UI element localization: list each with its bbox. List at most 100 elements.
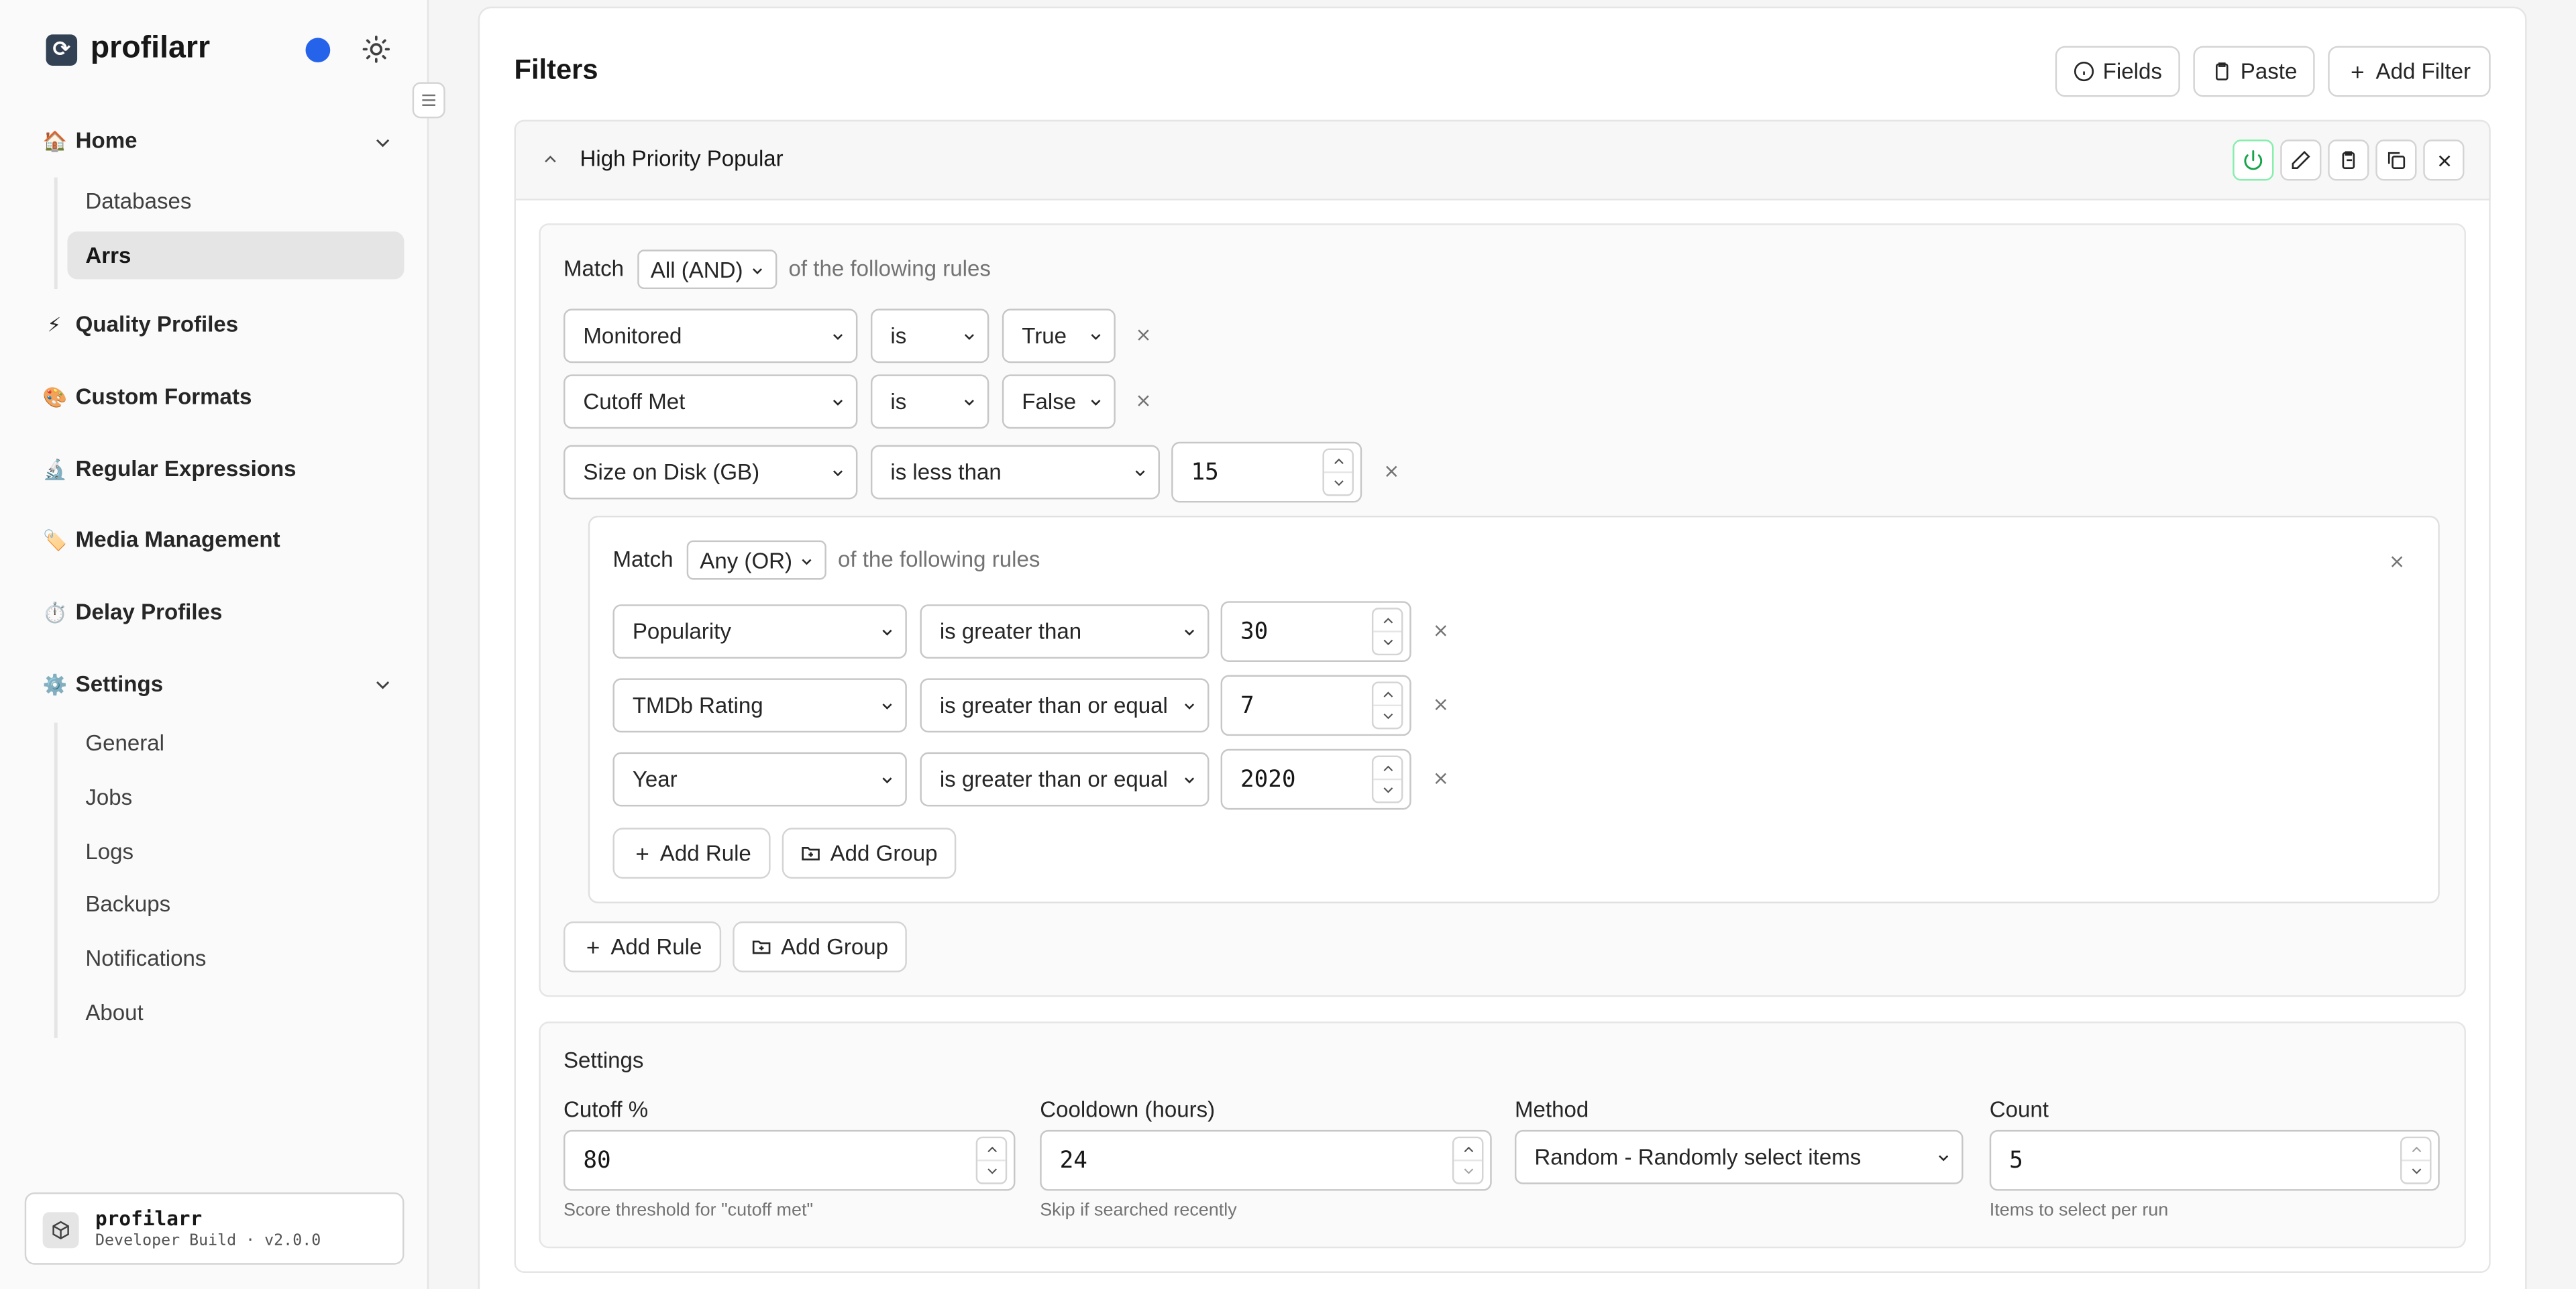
sidebar-item-about[interactable]: About: [85, 1000, 143, 1025]
rule-field-select[interactable]: Size on Disk (GB): [564, 445, 858, 500]
collapse-sidebar-button[interactable]: [412, 82, 445, 119]
filter-header[interactable]: [514, 119, 2491, 201]
group-add-group-button[interactable]: Add Group: [782, 828, 957, 879]
add-filter-label: Add Filter: [2375, 59, 2471, 84]
chevron-down-icon[interactable]: [2408, 1163, 2424, 1179]
match-label: Match: [612, 547, 674, 572]
rule-field-select[interactable]: Cutoff Met: [564, 374, 858, 429]
sidebar-item-settings[interactable]: ⚙️ Settings: [43, 672, 163, 697]
gear-icon: ⚙️: [42, 672, 68, 696]
paste-button[interactable]: Paste: [2193, 46, 2315, 97]
remove-rule-icon[interactable]: [1382, 461, 1401, 481]
sidebar-item-arrs[interactable]: Arrs: [85, 243, 131, 268]
chevron-up-icon[interactable]: [1460, 1141, 1477, 1158]
rule-value-select[interactable]: False: [1002, 374, 1116, 429]
sidebar-item-jobs[interactable]: Jobs: [85, 785, 132, 810]
sidebar-item-delay-profiles[interactable]: ⏱️ Delay Profiles: [43, 600, 223, 624]
chevron-down-icon[interactable]: [1380, 708, 1396, 724]
rule-operator-select[interactable]: is: [870, 309, 989, 363]
rule-field-select[interactable]: Monitored: [564, 309, 858, 363]
remove-rule-icon[interactable]: [1431, 695, 1450, 714]
chevron-up-icon[interactable]: [541, 150, 560, 169]
sidebar-item-label: Settings: [75, 671, 164, 697]
rule-value-input[interactable]: 30: [1220, 601, 1411, 662]
remove-group-icon[interactable]: [2387, 552, 2406, 571]
chevron-down-icon: [964, 334, 974, 340]
chevron-down-icon[interactable]: [371, 673, 394, 696]
chevron-down-icon[interactable]: [1331, 475, 1347, 491]
rule-value-input[interactable]: 7: [1220, 675, 1411, 736]
number-stepper[interactable]: [1371, 681, 1403, 730]
cutoff-value: 80: [583, 1147, 611, 1174]
method-select[interactable]: Random - Randomly select items: [1514, 1129, 1964, 1184]
copy-to-clipboard-button[interactable]: [2328, 139, 2369, 181]
sidebar-item-custom-formats[interactable]: 🎨 Custom Formats: [43, 384, 252, 409]
number-stepper[interactable]: [2400, 1136, 2432, 1184]
remove-rule-icon[interactable]: [1431, 769, 1450, 788]
accent-color-dot[interactable]: [305, 38, 331, 63]
group-match-select[interactable]: Any (OR): [686, 540, 826, 580]
delete-filter-button[interactable]: [2423, 139, 2465, 181]
count-input[interactable]: 5: [1989, 1129, 2440, 1191]
rule-operator-select[interactable]: is: [870, 374, 989, 429]
chevron-down-icon[interactable]: [1380, 782, 1396, 798]
sidebar-item-logs[interactable]: Logs: [85, 839, 133, 864]
fields-button[interactable]: Fields: [2055, 46, 2180, 97]
cutoff-input[interactable]: 80: [564, 1129, 1016, 1191]
chevron-up-icon[interactable]: [1380, 612, 1396, 628]
chevron-up-icon[interactable]: [1331, 453, 1347, 469]
chevron-up-icon[interactable]: [1380, 761, 1396, 777]
remove-rule-icon[interactable]: [1134, 391, 1153, 410]
chevron-up-icon[interactable]: [1380, 687, 1396, 703]
rule-operator-select[interactable]: is greater than: [920, 604, 1210, 659]
rule-operator-select[interactable]: is less than: [870, 445, 1160, 500]
sidebar-item-quality-profiles[interactable]: ⚡ Quality Profiles: [43, 312, 238, 337]
chevron-up-icon[interactable]: [984, 1141, 1000, 1158]
rule-field-select[interactable]: Year: [612, 752, 907, 807]
chevron-down-icon[interactable]: [1460, 1163, 1477, 1179]
rule-value-select[interactable]: True: [1002, 309, 1116, 363]
palette-icon: 🎨: [42, 385, 68, 408]
chevron-down-icon[interactable]: [1380, 634, 1396, 650]
number-stepper[interactable]: [1371, 755, 1403, 803]
sidebar-item-media-management[interactable]: 🏷️ Media Management: [43, 527, 280, 552]
group-add-rule-button[interactable]: Add Rule: [612, 828, 771, 879]
sidebar-item-general[interactable]: General: [85, 731, 164, 756]
toggle-enabled-button[interactable]: [2233, 139, 2274, 181]
duplicate-filter-button[interactable]: [2375, 139, 2417, 181]
chevron-up-icon[interactable]: [2408, 1141, 2424, 1158]
sidebar-item-home[interactable]: 🏠 Home: [43, 128, 138, 153]
package-icon: [42, 1212, 79, 1249]
sidebar-item-databases[interactable]: Databases: [85, 189, 191, 214]
sidebar-item-regular-expressions[interactable]: 🔬 Regular Expressions: [43, 457, 297, 482]
sidebar-item-notifications[interactable]: Notifications: [85, 946, 206, 971]
number-stepper[interactable]: [975, 1136, 1008, 1184]
number-stepper[interactable]: [1452, 1136, 1484, 1184]
root-match-select[interactable]: All (AND): [637, 249, 777, 290]
sidebar-item-backups[interactable]: Backups: [85, 892, 170, 917]
rule-value-input[interactable]: 15: [1171, 441, 1362, 503]
close-icon: [2438, 154, 2450, 166]
rule-field-value: Popularity: [632, 619, 731, 644]
chevron-down-icon[interactable]: [984, 1163, 1000, 1179]
rule-operator-value: is greater than: [939, 619, 1082, 644]
number-stepper[interactable]: [1322, 448, 1354, 496]
root-add-rule-button[interactable]: Add Rule: [564, 921, 722, 972]
add-group-label: Add Group: [830, 840, 938, 866]
rule-operator-select[interactable]: is greater than or equal: [920, 678, 1210, 733]
cooldown-input[interactable]: 24: [1040, 1129, 1492, 1191]
remove-rule-icon[interactable]: [1431, 621, 1450, 640]
chevron-down-icon: [1185, 777, 1195, 784]
rule-field-select[interactable]: Popularity: [612, 604, 907, 659]
root-add-group-button[interactable]: Add Group: [733, 921, 907, 972]
brand[interactable]: ⟳ profilarr: [46, 32, 211, 68]
edit-filter-button[interactable]: [2280, 139, 2322, 181]
rule-value-input[interactable]: 2020: [1220, 748, 1411, 810]
chevron-down-icon[interactable]: [371, 131, 394, 154]
theme-toggle-sun-icon[interactable]: [362, 34, 391, 64]
rule-operator-select[interactable]: is greater than or equal: [920, 752, 1210, 807]
number-stepper[interactable]: [1371, 608, 1403, 656]
rule-field-select[interactable]: TMDb Rating: [612, 678, 907, 733]
remove-rule-icon[interactable]: [1134, 325, 1153, 345]
add-filter-button[interactable]: Add Filter: [2328, 46, 2491, 97]
